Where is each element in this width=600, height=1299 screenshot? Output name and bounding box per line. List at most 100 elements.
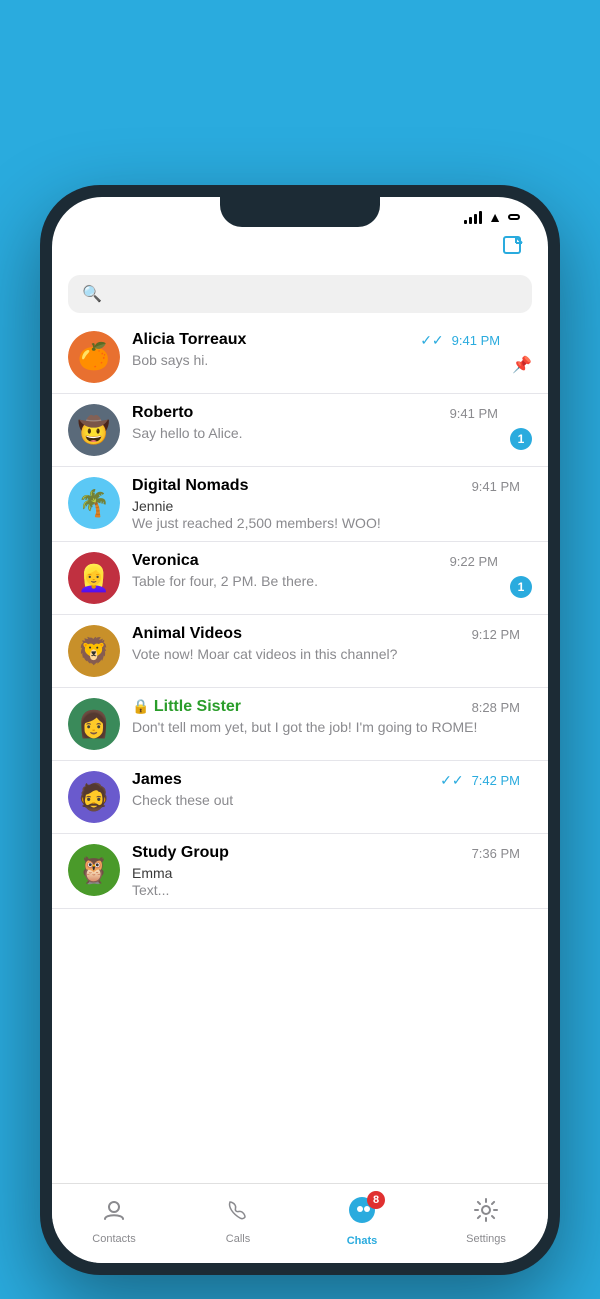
- chat-time-row-alicia: ✓✓ 9:41 PM: [420, 332, 500, 349]
- settings-icon: [473, 1199, 499, 1229]
- chat-preview-digital: We just reached 2,500 members! WOO!: [132, 515, 520, 531]
- chat-sender-digital: Jennie: [132, 498, 520, 514]
- avatar-study: 🦉: [68, 844, 120, 896]
- chat-right-roberto: 1: [510, 404, 532, 450]
- chat-name-alicia: Alicia Torreaux: [132, 331, 246, 349]
- chat-name-animal: Animal Videos: [132, 625, 242, 643]
- svg-text:👱‍♀️: 👱‍♀️: [78, 563, 110, 593]
- tab-label-chats: Chats: [347, 1235, 378, 1247]
- nav-bar: [52, 229, 548, 271]
- svg-text:🦉: 🦉: [78, 855, 110, 885]
- signal-icon: [464, 211, 482, 224]
- chat-time-digital: 9:41 PM: [472, 479, 520, 494]
- chat-preview-james: Check these out: [132, 792, 520, 808]
- compose-button[interactable]: [502, 235, 524, 263]
- chat-right-alicia: 📌: [512, 331, 532, 375]
- chat-header-veronica: Veronica 9:22 PM: [132, 552, 498, 570]
- chat-header-animal: Animal Videos 9:12 PM: [132, 625, 520, 643]
- avatar-roberto: 🤠: [68, 404, 120, 456]
- chat-content-james: James ✓✓7:42 PM Check these out: [132, 771, 520, 808]
- tab-bar: ContactsCalls8ChatsSettings: [52, 1183, 548, 1263]
- tab-calls[interactable]: Calls: [176, 1197, 300, 1245]
- chat-content-alicia: Alicia Torreaux ✓✓ 9:41 PM Bob says hi.: [132, 331, 500, 368]
- chat-content-animal: Animal Videos 9:12 PM Vote now! Moar cat v…: [132, 625, 520, 662]
- tab-badge-chats: 8: [367, 1191, 385, 1209]
- chat-preview-alicia: Bob says hi.: [132, 352, 500, 368]
- svg-text:🌴: 🌴: [78, 488, 110, 518]
- chat-preview-animal: Vote now! Moar cat videos in this channe…: [132, 646, 520, 662]
- chat-content-digital: Digital Nomads 9:41 PM JennieWe just reach…: [132, 477, 520, 531]
- chat-preview-roberto: Say hello to Alice.: [132, 425, 498, 441]
- chat-time-sister: 8:28 PM: [472, 700, 520, 715]
- chat-time-alicia: 9:41 PM: [452, 333, 500, 348]
- chat-item-digital[interactable]: 🌴 Digital Nomads 9:41 PM JennieWe just reac…: [52, 467, 548, 542]
- avatar-digital: 🌴: [68, 477, 120, 529]
- unread-badge-veronica: 1: [510, 576, 532, 598]
- chat-time-row-digital: 9:41 PM: [466, 479, 520, 494]
- chat-item-james[interactable]: 🧔 James ✓✓7:42 PM Check these out: [52, 761, 548, 834]
- avatar-alicia: 🍊: [68, 331, 120, 383]
- phone-frame: ▲ 🔍 🍊Alicia Torreaux✓✓9:4: [40, 185, 560, 1275]
- tab-settings[interactable]: Settings: [424, 1197, 548, 1245]
- chat-content-veronica: Veronica 9:22 PM Table for four, 2 PM. Be …: [132, 552, 498, 589]
- chat-name-james: James: [132, 771, 182, 789]
- chat-time-row-veronica: 9:22 PM: [444, 554, 498, 569]
- tab-label-settings: Settings: [466, 1233, 506, 1245]
- pin-icon-alicia: 📌: [512, 355, 532, 375]
- chat-time-row-roberto: 9:41 PM: [444, 406, 498, 421]
- chat-time-row-james: ✓✓7:42 PM: [440, 772, 520, 789]
- chat-list: 🍊 Alicia Torreaux ✓✓ 9:41 PM Bob says hi. 📌 🤠 R…: [52, 321, 548, 909]
- svg-text:🦁: 🦁: [78, 636, 110, 666]
- avatar-veronica: 👱‍♀️: [68, 552, 120, 604]
- chat-content-study: Study Group7:36 PM EmmaText...: [132, 844, 520, 898]
- chat-time-study: 7:36 PM: [472, 846, 520, 861]
- chat-header-roberto: Roberto 9:41 PM: [132, 404, 498, 422]
- chat-right-veronica: 1: [510, 552, 532, 598]
- chat-item-veronica[interactable]: 👱‍♀️ Veronica 9:22 PM Table for four, 2 PM.…: [52, 542, 548, 615]
- search-bar[interactable]: 🔍: [68, 275, 532, 313]
- search-icon: 🔍: [82, 284, 102, 304]
- chat-header-study: Study Group7:36 PM: [132, 844, 520, 862]
- battery-icon: [508, 214, 520, 220]
- phone-screen: ▲ 🔍 🍊Alicia Torreaux✓✓9:4: [52, 197, 548, 1263]
- svg-text:👩: 👩: [78, 709, 110, 739]
- status-icons: ▲: [464, 209, 520, 225]
- phone-notch: [220, 197, 380, 227]
- chat-preview-veronica: Table for four, 2 PM. Be there.: [132, 573, 498, 589]
- chat-time-veronica: 9:22 PM: [450, 554, 498, 569]
- chat-item-study[interactable]: 🦉 Study Group7:36 PM EmmaText...: [52, 834, 548, 909]
- chat-item-alicia[interactable]: 🍊 Alicia Torreaux ✓✓ 9:41 PM Bob says hi. 📌: [52, 321, 548, 394]
- chat-name-digital: Digital Nomads: [132, 477, 248, 495]
- unread-badge-roberto: 1: [510, 428, 532, 450]
- chat-preview-study: Text...: [132, 882, 520, 898]
- chat-time-row-animal: 9:12 PM: [466, 627, 520, 642]
- svg-text:🍊: 🍊: [78, 341, 112, 371]
- hero-section: [0, 0, 600, 70]
- tab-label-contacts: Contacts: [92, 1233, 135, 1245]
- tab-chats[interactable]: 8Chats: [300, 1195, 424, 1247]
- svg-text:🤠: 🤠: [78, 414, 110, 445]
- chat-item-animal[interactable]: 🦁 Animal Videos 9:12 PM Vote now! Moar cat …: [52, 615, 548, 688]
- chat-name-roberto: Roberto: [132, 404, 193, 422]
- chat-sender-study: Emma: [132, 865, 520, 881]
- chat-content-sister: 🔒 Little Sister 8:28 PM Don't tell mom yet…: [132, 698, 520, 735]
- chat-preview-sister: Don't tell mom yet, but I got the job! I…: [132, 719, 520, 735]
- avatar-james: 🧔: [68, 771, 120, 823]
- chat-time-row-sister: 8:28 PM: [466, 700, 520, 715]
- avatar-animal: 🦁: [68, 625, 120, 677]
- avatar-sister: 👩: [68, 698, 120, 750]
- chat-header-alicia: Alicia Torreaux ✓✓ 9:41 PM: [132, 331, 500, 349]
- double-check-icon-alicia: ✓✓: [420, 332, 443, 349]
- chat-time-animal: 9:12 PM: [472, 627, 520, 642]
- chat-header-sister: 🔒 Little Sister 8:28 PM: [132, 698, 520, 716]
- chat-content-roberto: Roberto 9:41 PM Say hello to Alice.: [132, 404, 498, 441]
- chat-name-sister: 🔒 Little Sister: [132, 698, 241, 716]
- chat-item-roberto[interactable]: 🤠 Roberto 9:41 PM Say hello to Alice. 1: [52, 394, 548, 467]
- tab-contacts[interactable]: Contacts: [52, 1197, 176, 1245]
- chat-header-digital: Digital Nomads 9:41 PM: [132, 477, 520, 495]
- chat-item-sister[interactable]: 👩 🔒 Little Sister 8:28 PM Don't tell mom ye…: [52, 688, 548, 761]
- chat-name-veronica: Veronica: [132, 552, 199, 570]
- calls-icon: [225, 1199, 251, 1229]
- double-check-icon-james: ✓✓: [440, 772, 463, 789]
- chat-time-roberto: 9:41 PM: [450, 406, 498, 421]
